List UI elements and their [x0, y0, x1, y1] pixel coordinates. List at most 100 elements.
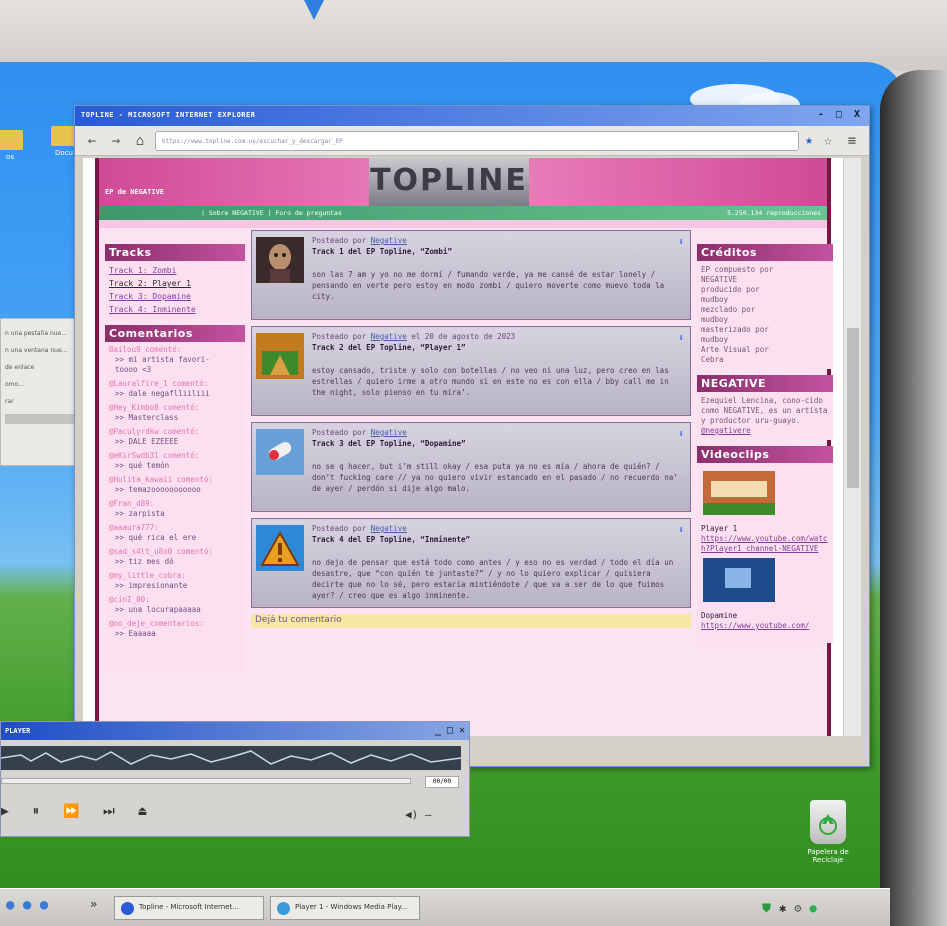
comment-item: @Lauralfire_1 comentó: >> dale negaflliil… — [109, 379, 210, 398]
video-title: Dopamine — [701, 611, 738, 620]
download-icon[interactable]: ⬇ — [678, 237, 684, 248]
download-icon[interactable]: ⬇ — [678, 525, 684, 536]
page-scrollbar[interactable] — [843, 158, 861, 736]
author-link[interactable]: Negative — [371, 236, 407, 245]
comment-item: @Fran_d89: >> zarpista — [109, 499, 165, 518]
scrollbar-thumb[interactable] — [847, 328, 859, 488]
taskbar-item-media-player[interactable]: Player 1 - Windows Media Play... — [270, 896, 420, 920]
ie-icon — [121, 902, 134, 915]
volume-control[interactable]: ◀) — — [405, 808, 432, 821]
author-link[interactable]: Negative — [371, 524, 407, 533]
window-controls[interactable]: _ □ ✕ — [435, 725, 465, 736]
browser-title: TOPLINE - MICROSOFT INTERNET EXPLORER — [81, 111, 256, 119]
quick-launch-icons[interactable]: ● ● ● — [6, 897, 48, 913]
comment-item: @my_little_cobra: >> impresionante — [109, 571, 188, 590]
page-viewport: TOPLINE EP de NEGATIVE | Sobre NEGATIVE … — [83, 158, 843, 736]
forward-icon[interactable]: → — [107, 133, 125, 149]
settings-icon[interactable]: ⚙ — [794, 901, 801, 915]
download-icon[interactable]: ⬇ — [678, 333, 684, 344]
post-date: el 20 de agosto de 2023 — [411, 332, 516, 341]
playback-controls[interactable]: ▶ ⏸ ⏩ ⏭ ⏏ — [1, 804, 154, 819]
artist-heading: NEGATIVE — [697, 375, 833, 392]
author-link[interactable]: Negative — [371, 332, 407, 341]
recycle-bin[interactable]: Papelera de Reciclaje — [800, 800, 856, 864]
monitor-bezel — [0, 0, 947, 70]
track-link-2[interactable]: Track 2: Player 1 — [109, 277, 241, 290]
video-link[interactable]: https://www.youtube.com/ — [701, 621, 829, 631]
video-list: Player 1 https://www.youtube.com/watch?P… — [697, 463, 833, 643]
comments-heading: Comentarios — [105, 325, 245, 342]
recycle-bin-icon — [810, 800, 846, 844]
comment-list: Bailou9 comentó: >> mi artista favori- to… — [105, 342, 245, 672]
favorite-star-icon[interactable]: ★ — [805, 133, 813, 148]
video-title: Player 1 — [701, 524, 738, 533]
site-header: TOPLINE EP de NEGATIVE — [99, 158, 827, 206]
video-link[interactable]: https://www.youtube.com/watch?Player1_ch… — [701, 534, 829, 554]
track-link-4[interactable]: Track 4: Inminente — [109, 303, 241, 316]
site-logo[interactable]: TOPLINE — [369, 158, 529, 206]
post-track-3: Posteado por Negative Track 3 del EP Top… — [251, 422, 691, 512]
tracks-heading: Tracks — [105, 244, 245, 261]
desktop-icon[interactable]: os — [0, 130, 30, 161]
videos-heading: Videoclips — [697, 446, 833, 463]
monitor-arrow-icon — [304, 0, 324, 20]
favorites-icon[interactable]: ☆ — [819, 133, 837, 149]
right-column: Créditos EP compuesto por NEGATIVE produ… — [697, 244, 833, 643]
comment-input[interactable]: Dejá tu comentario — [251, 614, 691, 628]
post-lyrics: no se q hacer, but i’m still okay / esa … — [312, 462, 678, 493]
author-link[interactable]: Negative — [371, 428, 407, 437]
comment-item: @eKirSwdb31 comentó: >> qué temón — [109, 451, 200, 470]
credits-text: EP compuesto por NEGATIVE producido por … — [697, 261, 833, 369]
comment-item: @cinI_00: >> una locurapaaaaa — [109, 595, 201, 614]
waveform-visualizer — [1, 746, 461, 770]
site-strip — [99, 220, 827, 228]
reproduction-count: 5.250.134 reproducciones — [727, 209, 821, 217]
video-thumbnail-dopamine[interactable] — [703, 558, 775, 602]
comment-item: Bailou9 comentó: >> mi artista favori- to… — [109, 345, 210, 374]
network-icon[interactable]: ● — [809, 901, 816, 915]
taskbar-chevron[interactable]: » — [90, 897, 97, 911]
taskbar: ● ● ● » Topline - Microsoft Internet... … — [0, 888, 890, 926]
nav-links[interactable]: | Sobre NEGATIVE | Foro de preguntas — [201, 209, 342, 217]
player1-thumbnail[interactable] — [256, 333, 304, 379]
post-track-1: Posteado por Negative Track 1 del EP Top… — [251, 230, 691, 320]
zombie-thumbnail[interactable] — [256, 237, 304, 283]
download-icon[interactable]: ⬇ — [678, 429, 684, 440]
dopamine-thumbnail[interactable] — [256, 429, 304, 475]
track-title: “Inminente” — [420, 535, 471, 544]
media-player-window: PLAYER _ □ ✕ 00/00 ▶ ⏸ ⏩ ⏭ ⏏ ◀) — — [0, 721, 470, 837]
time-display: 00/00 — [425, 776, 459, 788]
track-link-1[interactable]: Track 1: Zombi — [109, 264, 241, 277]
media-player-title: PLAYER — [5, 727, 31, 735]
back-icon[interactable]: ← — [83, 133, 101, 149]
comment-item: @no_deje_comentarios: >> Eaaaaa — [109, 619, 204, 638]
home-icon[interactable]: ⌂ — [131, 133, 149, 149]
shield-icon[interactable]: ⛊ — [762, 901, 771, 916]
monitor-bezel-right — [880, 70, 947, 926]
post-lyrics: son las 7 am y yo no me dormí / fumando … — [312, 270, 665, 301]
bluetooth-icon[interactable]: ✱ — [779, 901, 786, 915]
post-lyrics: estoy cansado, triste y solo con botella… — [312, 366, 669, 397]
menu-icon[interactable]: ≡ — [843, 133, 861, 149]
site-nav: | Sobre NEGATIVE | Foro de preguntas 5.2… — [99, 206, 827, 220]
ep-tag: EP de NEGATIVE — [105, 188, 165, 196]
media-player-title-bar[interactable]: PLAYER _ □ ✕ — [1, 722, 469, 740]
track-link-3[interactable]: Track 3: Dopamine — [109, 290, 241, 303]
artist-box: Ezequiel Lencina, cono-cido como NEGATIV… — [697, 392, 833, 440]
address-bar[interactable]: https://www.topline.com.uy/escuchar_y_de… — [155, 130, 800, 151]
browser-title-bar[interactable]: TOPLINE - MICROSOFT INTERNET EXPLORER - … — [75, 106, 869, 126]
inminente-thumbnail[interactable] — [256, 525, 304, 571]
artist-handle-link[interactable]: @negativere — [701, 426, 829, 436]
post-track-4: Posteado por Negative Track 4 del EP Top… — [251, 518, 691, 608]
track-list: Track 1: Zombi Track 2: Player 1 Track 3… — [105, 261, 245, 319]
post-lyrics: no dejo de pensar que está todo como ant… — [312, 558, 674, 600]
media-player-icon — [277, 902, 290, 915]
window-controls[interactable]: - □ X — [818, 109, 863, 120]
taskbar-item-browser[interactable]: Topline - Microsoft Internet... — [114, 896, 264, 920]
comment-item: @aaaura777: >> qué rica el ere — [109, 523, 197, 542]
seek-bar[interactable] — [1, 778, 411, 784]
topline-site: TOPLINE EP de NEGATIVE | Sobre NEGATIVE … — [95, 158, 833, 736]
video-thumbnail-player1[interactable] — [703, 471, 775, 515]
comment-item: @Hulita_kawaii comentó: >> temazooooooooo… — [109, 475, 213, 494]
track-title: “Zombi” — [420, 247, 452, 256]
